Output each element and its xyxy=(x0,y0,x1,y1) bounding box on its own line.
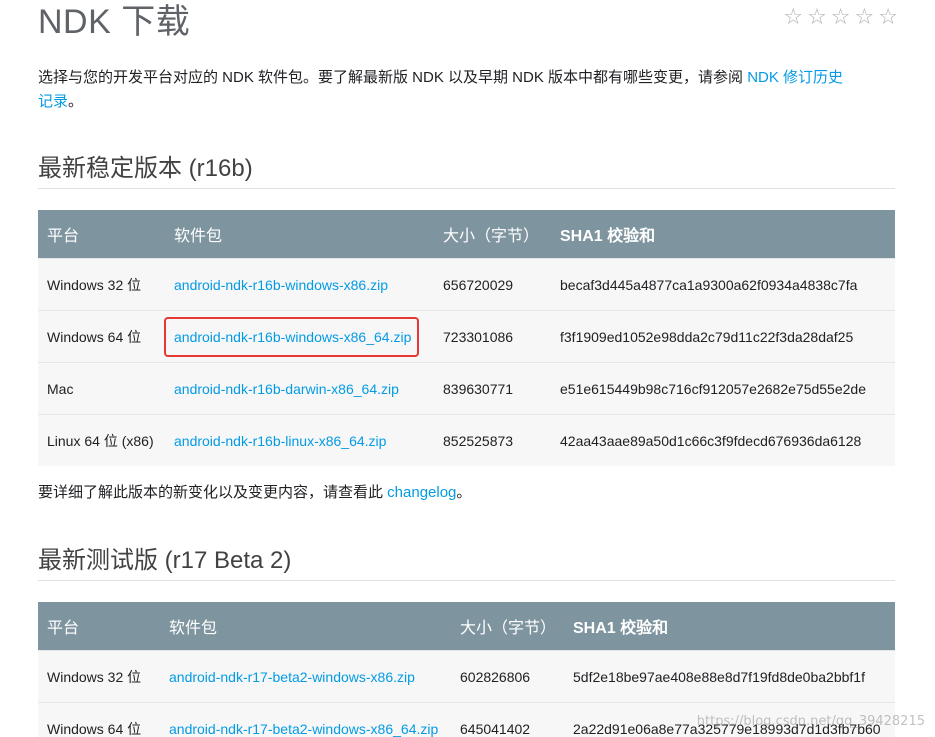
download-link[interactable]: android-ndk-r16b-windows-x86.zip xyxy=(174,277,388,293)
header-sha1: SHA1 校验和 xyxy=(551,210,895,259)
package-cell: android-ndk-r16b-windows-x86_64.zip xyxy=(163,310,434,363)
package-cell: android-ndk-r16b-darwin-x86_64.zip xyxy=(165,362,434,415)
intro-paragraph: 选择与您的开发平台对应的 NDK 软件包。要了解最新版 NDK 以及早期 NDK… xyxy=(38,66,898,114)
star-icon[interactable]: ☆ xyxy=(878,6,898,28)
changelog-suffix: 。 xyxy=(456,484,472,501)
sha1-cell: becaf3d445a4877ca1a9300a62f0934a4838c7fa xyxy=(551,258,895,311)
package-cell: android-ndk-r16b-linux-x86_64.zip xyxy=(165,414,434,466)
platform-cell: Windows 32 位 xyxy=(38,258,165,311)
intro-text: 选择与您的开发平台对应的 NDK 软件包。要了解最新版 NDK 以及早期 NDK… xyxy=(38,69,748,86)
header-size: 大小（字节） xyxy=(434,210,551,259)
header-platform: 平台 xyxy=(38,602,160,651)
download-link[interactable]: android-ndk-r16b-windows-x86_64.zip xyxy=(174,329,411,345)
beta-section-heading: 最新测试版 (r17 Beta 2) xyxy=(38,546,895,581)
watermark: https://blog.csdn.net/qq_39428215 xyxy=(696,714,925,729)
star-icon[interactable]: ☆ xyxy=(831,6,851,28)
header-size: 大小（字节） xyxy=(451,602,564,651)
sha1-cell: 42aa43aae89a50d1c66c3f9fdecd676936da6128 xyxy=(551,414,895,466)
rating-stars[interactable]: ☆ ☆ ☆ ☆ ☆ xyxy=(783,6,898,28)
table-header-row: 平台 软件包 大小（字节） SHA1 校验和 xyxy=(38,210,895,259)
stable-downloads-table: 平台 软件包 大小（字节） SHA1 校验和 Windows 32 位 andr… xyxy=(38,210,895,466)
changelog-link[interactable]: changelog xyxy=(387,484,456,501)
platform-cell: Windows 64 位 xyxy=(38,702,160,737)
star-icon[interactable]: ☆ xyxy=(807,6,827,28)
sha1-cell: e51e615449b98c716cf912057e2682e75d55e2de xyxy=(551,362,895,415)
download-link[interactable]: android-ndk-r16b-darwin-x86_64.zip xyxy=(174,381,399,397)
platform-cell: Windows 64 位 xyxy=(38,310,165,363)
page-title: NDK 下载 xyxy=(38,3,191,41)
page: NDK 下载 ☆ ☆ ☆ ☆ ☆ 选择与您的开发平台对应的 NDK 软件包。要了… xyxy=(0,0,935,737)
package-cell: android-ndk-r17-beta2-windows-x86_64.zip xyxy=(160,702,451,737)
size-cell: 656720029 xyxy=(434,258,551,311)
header-package: 软件包 xyxy=(165,210,434,259)
star-icon[interactable]: ☆ xyxy=(783,6,803,28)
platform-cell: Windows 32 位 xyxy=(38,650,160,703)
changelog-note: 要详细了解此版本的新变化以及变更内容，请查看此 changelog。 xyxy=(38,481,471,505)
table-row: Windows 64 位 android-ndk-r16b-windows-x8… xyxy=(38,310,895,363)
highlight-box: android-ndk-r16b-windows-x86_64.zip xyxy=(163,316,420,357)
table-row: Linux 64 位 (x86) android-ndk-r16b-linux-… xyxy=(38,414,895,466)
table-row: Windows 32 位 android-ndk-r17-beta2-windo… xyxy=(38,650,895,703)
download-link[interactable]: android-ndk-r17-beta2-windows-x86.zip xyxy=(169,669,415,685)
header-sha1: SHA1 校验和 xyxy=(564,602,895,651)
package-cell: android-ndk-r16b-windows-x86.zip xyxy=(165,258,434,311)
table-header-row: 平台 软件包 大小（字节） SHA1 校验和 xyxy=(38,602,895,651)
download-link[interactable]: android-ndk-r16b-linux-x86_64.zip xyxy=(174,433,386,449)
sha1-cell: f3f1909ed1052e98dda2c79d11c22f3da28daf25 xyxy=(551,310,895,363)
platform-cell: Mac xyxy=(38,362,165,415)
package-cell: android-ndk-r17-beta2-windows-x86.zip xyxy=(160,650,451,703)
ndk-revision-history-link-cont[interactable]: 记录 xyxy=(38,93,68,110)
size-cell: 645041402 xyxy=(451,702,564,737)
sha1-cell: 5df2e18be97ae408e88e8d7f19fd8de0ba2bbf1f xyxy=(564,650,895,703)
size-cell: 839630771 xyxy=(434,362,551,415)
size-cell: 723301086 xyxy=(434,310,551,363)
header-platform: 平台 xyxy=(38,210,165,259)
star-icon[interactable]: ☆ xyxy=(855,6,875,28)
intro-suffix: 。 xyxy=(68,93,84,110)
title-row: NDK 下载 ☆ ☆ ☆ ☆ ☆ xyxy=(38,0,898,48)
platform-cell: Linux 64 位 (x86) xyxy=(38,414,165,466)
table-row: Windows 32 位 android-ndk-r16b-windows-x8… xyxy=(38,258,895,311)
size-cell: 602826806 xyxy=(451,650,564,703)
table-row: Mac android-ndk-r16b-darwin-x86_64.zip 8… xyxy=(38,362,895,415)
ndk-revision-history-link[interactable]: NDK 修订历史 xyxy=(747,69,843,86)
download-link[interactable]: android-ndk-r17-beta2-windows-x86_64.zip xyxy=(169,721,438,737)
size-cell: 852525873 xyxy=(434,414,551,466)
changelog-text: 要详细了解此版本的新变化以及变更内容，请查看此 xyxy=(38,484,388,501)
stable-section-heading: 最新稳定版本 (r16b) xyxy=(38,154,895,189)
header-package: 软件包 xyxy=(160,602,451,651)
